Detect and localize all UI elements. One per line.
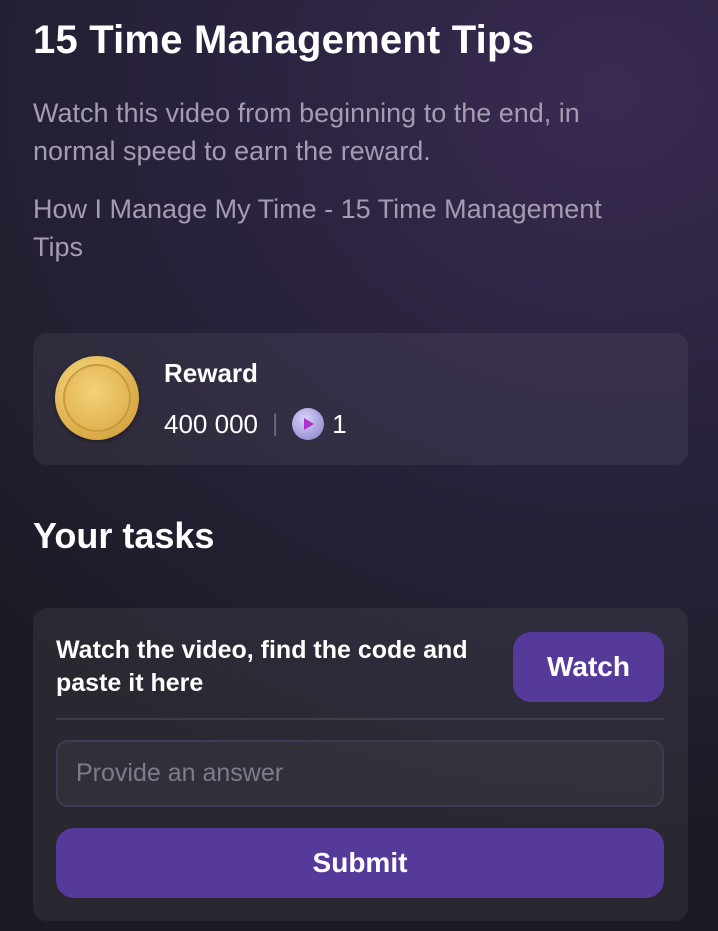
reward-separator: | bbox=[271, 410, 279, 437]
submit-button[interactable]: Submit bbox=[56, 828, 664, 898]
gold-coin-icon bbox=[55, 356, 139, 440]
reward-values: 400 000 | 1 bbox=[164, 407, 347, 441]
task-card: Watch the video, find the code and paste… bbox=[33, 608, 688, 921]
watch-button[interactable]: Watch bbox=[513, 632, 664, 702]
reward-ticket-amount: 1 bbox=[332, 408, 347, 439]
task-description: Watch the video, find the code and paste… bbox=[56, 636, 468, 697]
reward-card: Reward 400 000 | 1 bbox=[33, 333, 688, 465]
reward-coin-amount: 400 000 bbox=[164, 408, 258, 439]
answer-input[interactable] bbox=[56, 740, 664, 807]
reward-label: Reward bbox=[164, 358, 258, 388]
tasks-heading: Your tasks bbox=[33, 515, 215, 556]
divider bbox=[56, 718, 664, 720]
page-title: 15 Time Management Tips bbox=[33, 18, 535, 62]
instructions-text: Watch this video from beginning to the e… bbox=[33, 98, 580, 166]
play-token-icon bbox=[292, 408, 325, 440]
video-title: How I Manage My Time - 15 Time Managemen… bbox=[33, 194, 602, 262]
